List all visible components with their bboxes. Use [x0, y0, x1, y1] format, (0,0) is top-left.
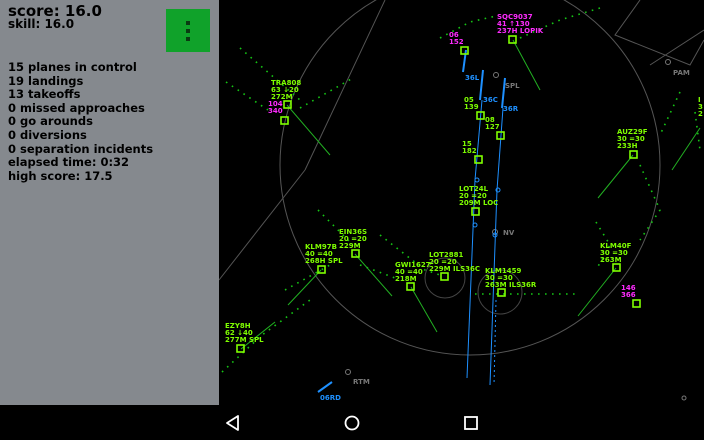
- tag-heading: 263M ILS36R: [485, 281, 537, 289]
- info-panel: score: 16.0 skill: 16.0 15 planes in con…: [0, 0, 219, 405]
- aircraft-tag-ein36s[interactable]: EIN36S 20 =20 229M: [339, 228, 367, 250]
- beacon-spl-icon: [493, 72, 499, 78]
- aircraft-blip[interactable]: [497, 288, 506, 297]
- beacon-label-pam: PAM: [673, 69, 690, 77]
- aircraft-tag-offscreen: 2: [698, 110, 703, 118]
- skill-text: skill: 16.0: [8, 17, 75, 31]
- runway-label-36c: 36C: [483, 96, 498, 104]
- aircraft-tag-06[interactable]: 06 152: [449, 31, 464, 46]
- tag-heading: 233H: [617, 142, 638, 150]
- stat-elapsed-time: elapsed time: 0:32: [8, 155, 130, 170]
- tag-altitude: 152: [449, 38, 464, 46]
- tag-heading: 268H SPL: [305, 257, 343, 265]
- aircraft-tag-lot24l[interactable]: LOT24L 20 =20 209M LOC: [459, 185, 498, 207]
- approach-paths: [466, 99, 504, 386]
- aircraft-tag-auz29f[interactable]: AUZ29F 30 =30 233H: [617, 128, 648, 150]
- tag-heading: 237H LOPIK: [497, 27, 544, 35]
- tag-heading: 229M ILS36C: [429, 265, 480, 273]
- radar-screen[interactable]: PAM SPL NV RTM 36L 36C 36R 06RD SQC9037 …: [219, 0, 704, 405]
- aircraft-blip[interactable]: [471, 207, 480, 216]
- stats-list: 15 planes in control 19 landings 13 take…: [8, 60, 154, 183]
- tag-heading: 229M: [339, 242, 361, 250]
- stat-diversions: 0 diversions: [8, 127, 87, 142]
- aircraft-blip[interactable]: [351, 249, 360, 258]
- runways: [317, 49, 506, 393]
- runway-06rd: [317, 381, 333, 393]
- tag-altitude: 340: [268, 107, 283, 115]
- stat-separation-incidents: 0 separation incidents: [8, 141, 154, 156]
- runway-label-06rd: 06RD: [320, 394, 341, 402]
- beacon-label-rtm: RTM: [353, 378, 370, 386]
- system-nav-bar: [0, 405, 704, 440]
- stat-planes-in-control: 15 planes in control: [8, 60, 137, 74]
- aircraft-blip[interactable]: [236, 344, 245, 353]
- runway-label-36l: 36L: [465, 74, 480, 82]
- beacon-pam-icon: [665, 59, 671, 65]
- tag-altitude: 366: [621, 291, 636, 299]
- aircraft-blip[interactable]: [632, 299, 641, 308]
- beacon-small-icon: [681, 395, 687, 401]
- aircraft-tag-ezy8h[interactable]: EZY8H 62 ↓40 277M SPL: [225, 322, 264, 344]
- back-icon[interactable]: [222, 412, 244, 434]
- tag-heading: 277M SPL: [225, 336, 264, 344]
- aircraft-tag-klm1459[interactable]: KLM1459 30 =30 263M ILS36R: [485, 267, 537, 289]
- aircraft-tag-tra808[interactable]: TRA808 63 ↓20 272M: [271, 79, 301, 101]
- runway-label-36r: 36R: [503, 105, 519, 113]
- stat-missed-approaches: 0 missed approaches: [8, 100, 145, 115]
- aircraft-blip[interactable]: [440, 272, 449, 281]
- aircraft-tag-klm97b[interactable]: KLM97B 40 =40 268H SPL: [305, 243, 343, 265]
- recents-icon[interactable]: [460, 412, 482, 434]
- aircraft-tag-klm40f[interactable]: KLM40F 30 =30 263M: [600, 242, 632, 264]
- tag-heading: 209M LOC: [459, 199, 498, 207]
- tag-altitude: 139: [464, 103, 479, 111]
- aircraft-blip[interactable]: [460, 46, 469, 55]
- stat-takeoffs: 13 takeoffs: [8, 87, 81, 102]
- aircraft-tag-05[interactable]: 05 139: [464, 96, 479, 111]
- aircraft-tag-sqc9037[interactable]: SQC9037 41 ↑130 237H LOPIK: [497, 13, 544, 35]
- aircraft-tag-146[interactable]: 146 366: [621, 284, 636, 299]
- aircraft-tag-15[interactable]: 15 182: [462, 140, 477, 155]
- beacon-label-spl: SPL: [505, 82, 520, 90]
- aircraft-blip[interactable]: [474, 155, 483, 164]
- aircraft-tag-104[interactable]: 104 340: [268, 100, 283, 115]
- aircraft-blip[interactable]: [406, 282, 415, 291]
- stat-high-score: high score: 17.5: [8, 168, 113, 183]
- aircraft-tag-08[interactable]: 08 127: [485, 116, 500, 131]
- aircraft-blip[interactable]: [508, 35, 517, 44]
- home-icon[interactable]: [341, 412, 363, 434]
- tag-heading: 218M: [395, 275, 417, 283]
- menu-button[interactable]: [166, 9, 210, 52]
- beacon-label-nv: NV: [503, 229, 515, 237]
- tag-altitude: 182: [462, 147, 477, 155]
- runway-36r: [501, 77, 506, 109]
- tag-heading: 263M: [600, 256, 622, 264]
- stat-landings: 19 landings: [8, 73, 84, 88]
- stat-go-arounds: 0 go arounds: [8, 114, 93, 129]
- tag-altitude: 127: [485, 123, 500, 131]
- beacon-rtm-icon: [345, 369, 351, 375]
